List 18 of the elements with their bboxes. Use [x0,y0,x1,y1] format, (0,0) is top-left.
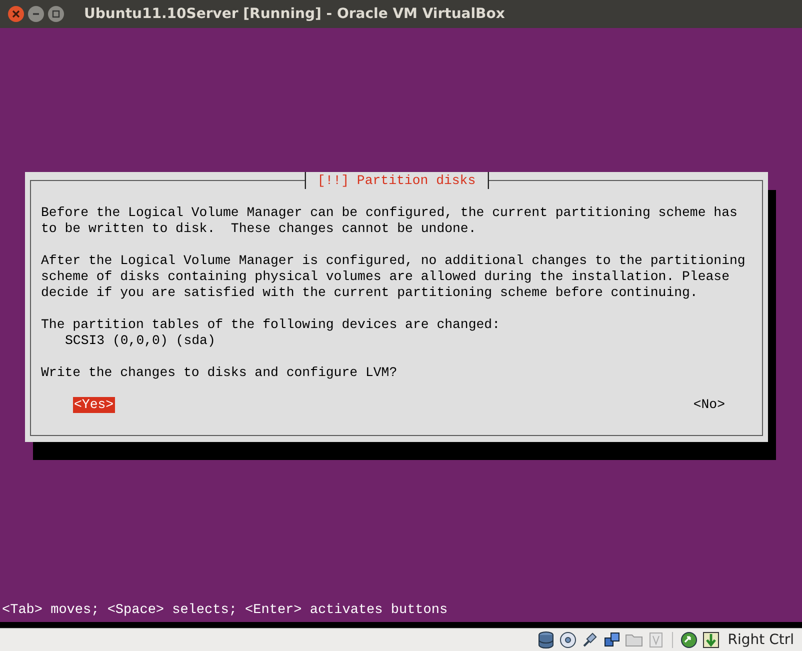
paragraph-text: The partition tables of the following devices are changed: [41,317,500,333]
no-button[interactable]: <No> [692,397,726,413]
paragraph-text: After the Logical Volume Manager is configured, no additional changes to the partitioning scheme of disks containing physical volumes are allowed during the installation. Please decide if you are satisfied with the current partitioning scheme before continuing. [41,253,746,301]
usb-plug-icon[interactable] [580,631,599,649]
paragraph-text: Before the Logical Volume Manager can be configured, the current partitioning scheme has to be written to disk. These changes cannot be undone. [41,205,738,237]
minimize-icon[interactable] [28,6,44,22]
question-text: Write the changes to disks and configure LVM? [41,365,398,381]
yes-button[interactable]: <Yes> [73,397,115,413]
close-icon[interactable] [8,6,24,22]
help-line: <Tab> moves; <Space> selects; <Enter> activates buttons [1,603,449,619]
maximize-icon[interactable] [48,6,64,22]
optical-disc-icon[interactable] [558,631,577,649]
network-icon[interactable] [602,631,621,649]
device-name: SCSI3 (0,0,0) (sda) [65,333,216,349]
host-key-label: Right Ctrl [728,630,794,650]
window-title: Ubuntu11.10Server [Running] - Oracle VM VirtualBox [84,4,505,24]
hard-disk-icon[interactable] [536,631,555,649]
dialog-title: [!!] Partition disks [304,172,489,189]
